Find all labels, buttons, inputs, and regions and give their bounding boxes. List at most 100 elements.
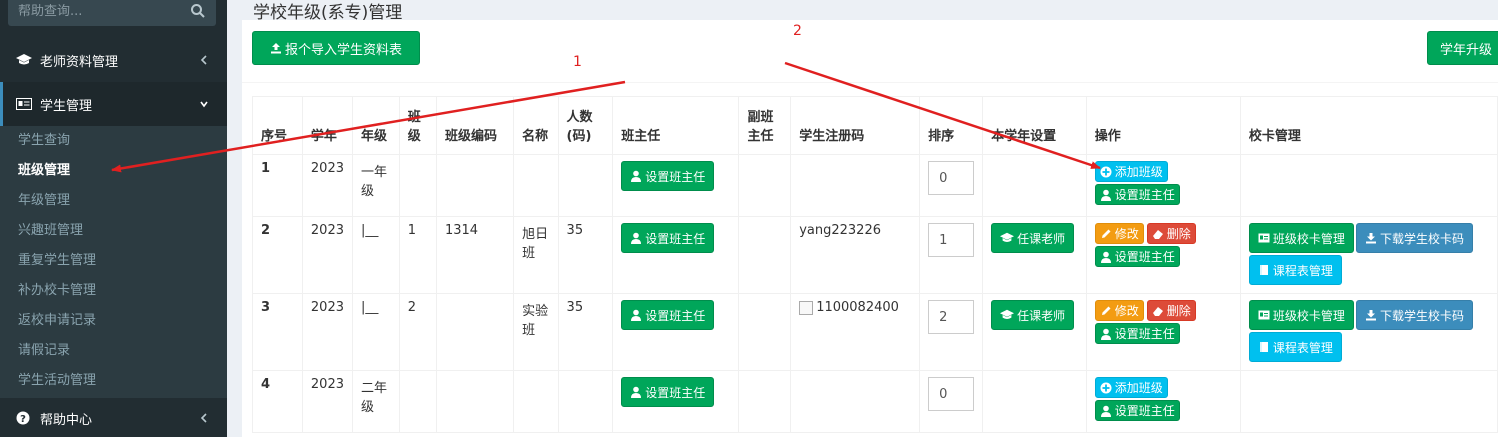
order-input[interactable]	[928, 161, 975, 195]
cell-year-settings	[982, 154, 1087, 217]
submenu-grade-mgmt[interactable]: 年级管理	[18, 186, 70, 216]
submenu-class-mgmt[interactable]: 班级管理	[18, 156, 70, 186]
cell-no: 4	[252, 370, 303, 433]
set-head-teacher-button[interactable]: 设置班主任	[621, 161, 715, 191]
delete-button[interactable]: 删除	[1146, 223, 1196, 244]
set-head-teacher-button[interactable]: 设置班主任	[1094, 400, 1180, 421]
user-icon	[1100, 189, 1111, 201]
download-card-button[interactable]: 下载学生校卡码	[1355, 223, 1473, 253]
edit-button[interactable]: 修改	[1094, 223, 1144, 244]
download-icon	[1365, 310, 1376, 321]
cell-class	[398, 154, 437, 217]
col-header: 班主任	[612, 96, 740, 155]
user-icon	[631, 309, 642, 321]
cell-code	[435, 293, 515, 371]
cell-year: 2023	[301, 216, 354, 294]
col-header: 序号	[252, 96, 303, 155]
help-search-input[interactable]	[18, 3, 183, 19]
cell-operations: 添加班级 设置班主任	[1085, 154, 1241, 217]
cell-order	[919, 370, 984, 433]
pencil-icon	[1101, 229, 1111, 238]
search-icon[interactable]	[190, 3, 206, 19]
cell-code	[435, 370, 515, 433]
menu-item-help-center[interactable]: ? 帮助中心	[0, 396, 227, 437]
book-icon	[1259, 265, 1268, 275]
cell-class	[398, 370, 437, 433]
order-input[interactable]	[928, 377, 975, 411]
cell-no: 3	[252, 293, 303, 371]
chevron-down-icon	[200, 101, 208, 108]
set-head-teacher-button[interactable]: 设置班主任	[621, 300, 715, 330]
add-class-button[interactable]: 添加班级	[1094, 161, 1168, 182]
set-head-teacher-button[interactable]: 设置班主任	[1094, 323, 1180, 344]
delete-button[interactable]: 删除	[1146, 300, 1196, 321]
cell-code	[435, 154, 515, 217]
graduation-cap-icon	[16, 53, 32, 67]
col-header: 班级	[398, 96, 437, 155]
cell-card-mgmt: 班级校卡管理 下载学生校卡码 课程表管理	[1239, 216, 1498, 294]
id-card-icon	[1258, 233, 1270, 243]
menu-label: 学生管理	[40, 98, 93, 114]
grade-class-table: 序号 学年 年级 班级 班级编码 名称 人数(码) 班主任 副班主任 学生注册码…	[252, 96, 1498, 433]
col-header: 副班主任	[738, 96, 792, 155]
svg-text:?: ?	[20, 414, 26, 425]
user-icon	[1100, 328, 1111, 340]
cell-reg-code	[790, 370, 921, 433]
id-card-icon	[1258, 310, 1270, 320]
cell-year-settings: 任课老师	[982, 293, 1087, 371]
class-card-mgmt-button[interactable]: 班级校卡管理	[1248, 300, 1354, 330]
menu-label: 老师资料管理	[40, 54, 119, 70]
main-content: 学校年级(系专)管理 报个导入学生资料表 学年升级 序号 学年 年级 班级 班级…	[227, 0, 1498, 437]
timetable-mgmt-button[interactable]: 课程表管理	[1248, 255, 1342, 285]
cell-name: 实验班	[513, 293, 559, 371]
set-head-teacher-button[interactable]: 设置班主任	[621, 377, 715, 407]
cell-count	[557, 154, 614, 217]
cell-year: 2023	[301, 370, 354, 433]
user-icon	[631, 170, 642, 182]
reg-code-text: 1100082400	[816, 300, 899, 315]
submenu-student-query[interactable]: 学生查询	[18, 126, 70, 156]
download-card-button[interactable]: 下载学生校卡码	[1355, 300, 1473, 330]
menu-item-teacher-profile[interactable]: 老师资料管理	[0, 38, 227, 82]
add-class-button[interactable]: 添加班级	[1094, 377, 1168, 398]
submenu-card-reissue[interactable]: 补办校卡管理	[18, 276, 96, 306]
col-header: 年级	[352, 96, 400, 155]
col-header: 名称	[513, 96, 559, 155]
set-head-teacher-button[interactable]: 设置班主任	[1094, 184, 1180, 205]
cell-reg-code: yang223226	[790, 216, 921, 294]
set-head-teacher-button[interactable]: 设置班主任	[1094, 246, 1180, 267]
divider	[242, 82, 1498, 83]
timetable-mgmt-button[interactable]: 课程表管理	[1248, 332, 1342, 362]
set-head-teacher-button[interactable]: 设置班主任	[621, 223, 715, 253]
cell-deputy	[738, 370, 792, 433]
cell-head-teacher: 设置班主任	[612, 154, 740, 217]
cell-order	[919, 293, 984, 371]
col-header: 学年	[301, 96, 354, 155]
plus-circle-icon	[1100, 382, 1112, 393]
year-upgrade-button[interactable]: 学年升级	[1427, 31, 1498, 65]
course-teacher-button[interactable]: 任课老师	[991, 300, 1075, 330]
order-input[interactable]	[928, 223, 975, 257]
course-teacher-button[interactable]: 任课老师	[991, 223, 1075, 253]
cell-count	[557, 370, 614, 433]
cell-head-teacher: 设置班主任	[612, 370, 740, 433]
submenu-student-activities[interactable]: 学生活动管理	[18, 366, 96, 396]
class-card-mgmt-button[interactable]: 班级校卡管理	[1248, 223, 1354, 253]
submenu-return-requests[interactable]: 返校申请记录	[18, 306, 96, 336]
order-input[interactable]	[928, 300, 975, 334]
submenu-leave-records[interactable]: 请假记录	[18, 336, 70, 366]
cell-order	[919, 216, 984, 294]
annotation-label-1: 1	[573, 54, 582, 70]
submenu-duplicate-students[interactable]: 重复学生管理	[18, 246, 96, 276]
cell-year: 2023	[301, 293, 354, 371]
import-students-button[interactable]: 报个导入学生资料表	[252, 31, 420, 65]
cell-head-teacher: 设置班主任	[612, 293, 740, 371]
menu-item-student-mgmt[interactable]: 学生管理	[0, 82, 227, 126]
graduation-cap-icon	[1000, 232, 1015, 242]
cell-grade: 二年级	[352, 370, 400, 433]
submenu-interest-class[interactable]: 兴趣班管理	[18, 216, 83, 246]
edit-button[interactable]: 修改	[1094, 300, 1144, 321]
sidebar: 老师资料管理 学生管理 学生查询 班级管理 年级管理 兴趣班管理 重复学生管理 …	[0, 0, 227, 437]
user-icon	[1100, 251, 1111, 263]
upload-icon	[270, 43, 281, 54]
